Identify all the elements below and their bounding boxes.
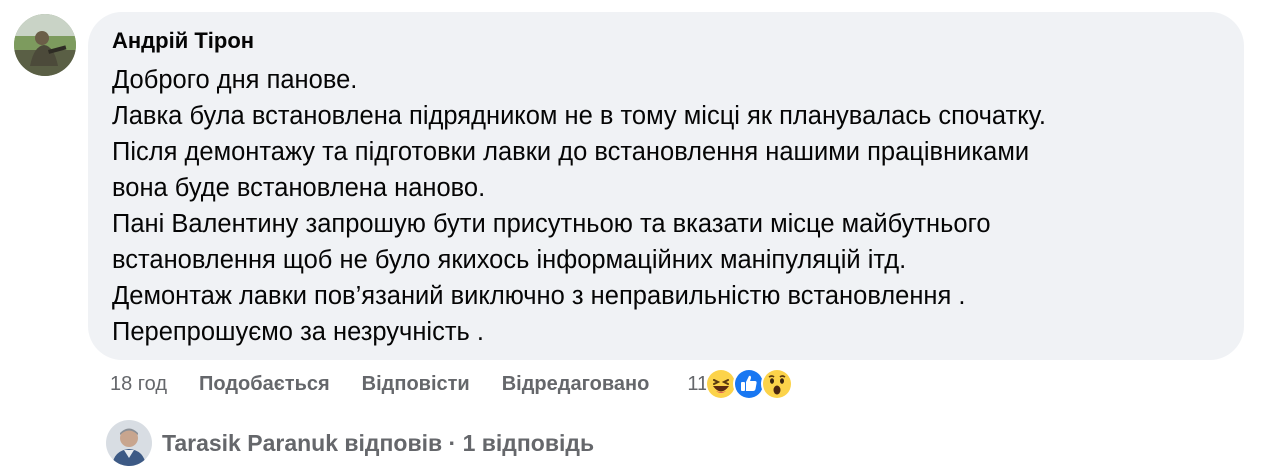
comment-line: встановлення щоб не було якихось інформа…	[112, 246, 907, 274]
comment-bubble: Андрій Тірон Доброго дня панове. Лавка б…	[88, 12, 1244, 360]
comment-line: Доброго дня панове.	[112, 66, 358, 94]
comment-line: Після демонтажу та підготовки лавки до в…	[112, 138, 1030, 166]
reactions-summary[interactable]: 11	[687, 367, 794, 401]
reply-author-avatar	[106, 420, 152, 466]
comment-line: Лавка була встановлена підрядником не в …	[112, 102, 1046, 130]
edited-label[interactable]: Відредаговано	[502, 373, 650, 396]
comment-line: Пані Валентину запрошую бути присутньою …	[112, 210, 991, 238]
comment-actions: 18 год Подобається Відповісти Відредагов…	[110, 367, 794, 401]
view-replies-link[interactable]: Tarasik Paranuk відповів · 1 відповідь	[106, 420, 594, 466]
wow-icon	[760, 367, 794, 401]
comment-author-name[interactable]: Андрій Тірон	[112, 28, 254, 54]
reply-button[interactable]: Відповісти	[362, 373, 470, 396]
replies-summary-text[interactable]: Tarasik Paranuk відповів · 1 відповідь	[162, 430, 594, 457]
comment-line: Перепрошуємо за незручність .	[112, 318, 484, 346]
like-button[interactable]: Подобається	[199, 373, 330, 396]
author-avatar[interactable]	[14, 14, 76, 76]
comment-timestamp[interactable]: 18 год	[110, 373, 167, 396]
comment-text: Доброго дня панове. Лавка була встановле…	[112, 62, 1222, 350]
comment-line: вона буде встановлена наново.	[112, 174, 486, 202]
comment-line: Демонтаж лавки пов’язаний виключно з неп…	[112, 282, 966, 310]
